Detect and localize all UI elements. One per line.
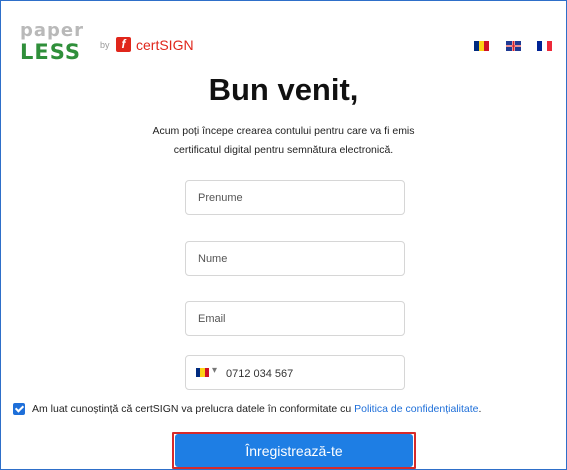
register-button[interactable]: Înregistrează-te — [175, 434, 413, 467]
consent-label: Am luat cunoștință că certSIGN va preluc… — [32, 403, 481, 415]
intro-text: Acum poți începe crearea contului pentru… — [0, 122, 567, 160]
consent-checkbox[interactable] — [13, 403, 25, 415]
by-label: by — [100, 40, 110, 50]
welcome-heading: Bun venit, — [208, 72, 359, 107]
certsign-logo-text: certSIGN — [136, 37, 194, 53]
flag-ro-icon[interactable] — [474, 41, 489, 51]
country-flag-ro-icon[interactable] — [196, 368, 209, 377]
consent-period: . — [478, 403, 482, 415]
certsign-logo-icon: f — [116, 37, 131, 52]
flag-fr-icon[interactable] — [537, 41, 552, 51]
country-dropdown-caret-icon[interactable]: ▾ — [212, 365, 217, 376]
last-name-input[interactable] — [185, 241, 405, 276]
intro-line-2: certificatul digital pentru semnătura el… — [173, 144, 394, 156]
consent-text: Am luat cunoștință că certSIGN va preluc… — [32, 403, 355, 415]
logo-paper-text: paper — [20, 20, 85, 41]
phone-field: ▾ — [185, 355, 405, 390]
phone-input[interactable] — [224, 357, 398, 390]
intro-line-1: Acum poți începe crearea contului pentru… — [152, 125, 415, 137]
flag-uk-icon[interactable] — [506, 41, 521, 51]
privacy-policy-link[interactable]: Politica de confidențialitate — [354, 403, 478, 415]
logo-less-text: LESS — [20, 40, 82, 64]
page-frame — [0, 0, 567, 470]
email-input[interactable] — [185, 301, 405, 336]
first-name-input[interactable] — [185, 180, 405, 215]
paperless-logo: paper LESS — [20, 22, 90, 68]
